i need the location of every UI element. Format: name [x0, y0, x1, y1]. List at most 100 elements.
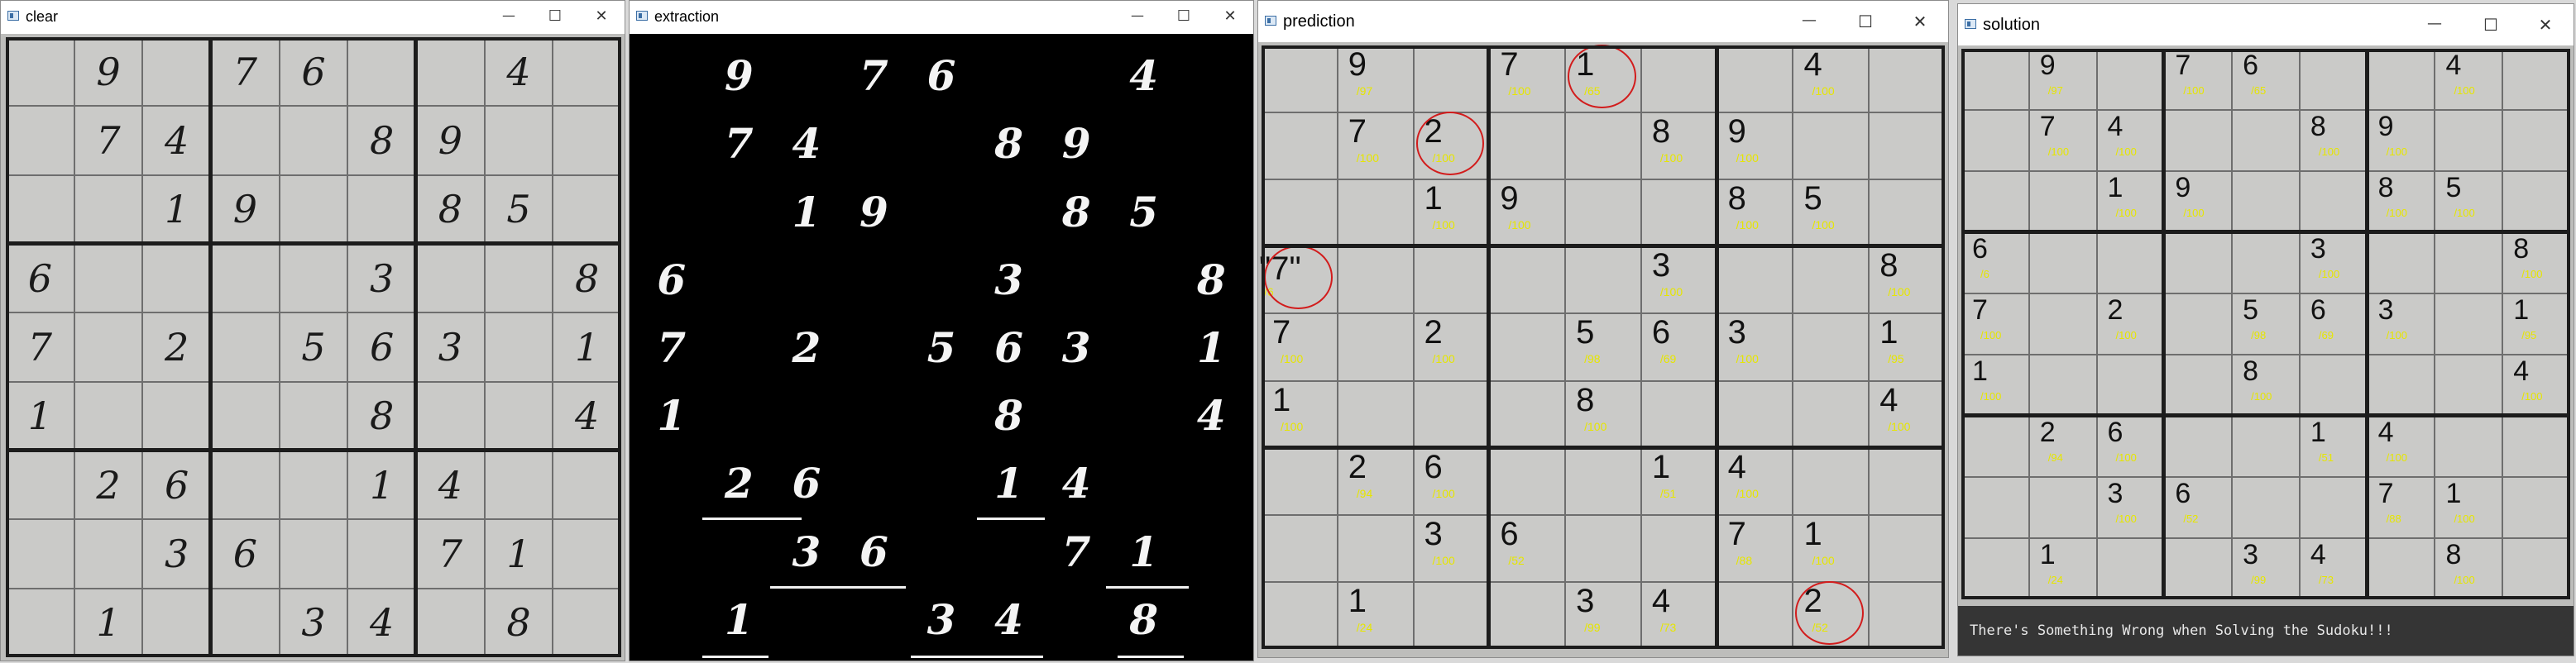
digit: 4 [1061, 459, 1091, 508]
sudoku-cell: 8/100 [1717, 179, 1793, 247]
digit: 3 [438, 324, 462, 370]
sudoku-cell [638, 586, 706, 654]
sudoku-cell [1489, 112, 1566, 180]
sudoku-cell [907, 382, 975, 450]
maximize-button[interactable]: ☐ [2468, 15, 2514, 35]
sudoku-cell: 2/100 [2096, 293, 2165, 355]
sudoku-cell: 7 [1042, 518, 1110, 586]
window-title: extraction [654, 8, 720, 25]
sudoku-cell: 8/100 [1869, 246, 1945, 314]
confidence-score: /100 [1584, 419, 1607, 433]
confidence-score: /69 [2318, 328, 2334, 341]
close-button[interactable]: ✕ [2522, 15, 2569, 35]
error-message-bar: There's Something Wrong when Solving the… [1958, 606, 2574, 656]
confidence-score: /100 [1812, 218, 1835, 232]
predicted-digit: 8 [2377, 172, 2394, 203]
predicted-digit: 2 [2107, 294, 2124, 326]
sudoku-cell [1262, 112, 1338, 180]
prediction-image: 9/97 7/100 1/65 4/100 7/100 2/100 8/100 9/100 1/… [1258, 42, 1948, 657]
sudoku-cell [1565, 447, 1641, 515]
sudoku-cell: 5 [907, 314, 975, 382]
minimize-button[interactable]: — [2411, 15, 2458, 32]
sudoku-cell [2435, 355, 2503, 416]
predicted-digit: 9 [2377, 111, 2394, 142]
close-button[interactable]: ✕ [1897, 12, 1943, 31]
confidence-score: /100 [1812, 553, 1835, 567]
sudoku-cell [2232, 477, 2300, 538]
sudoku-cell [484, 451, 553, 520]
sudoku-cell: 8 [484, 588, 553, 657]
minimize-button[interactable]: — [1786, 12, 1832, 29]
digit: 6 [301, 49, 326, 94]
digit: 4 [1196, 391, 1226, 441]
sudoku-cell: 5/98 [2232, 293, 2300, 355]
confidence-score: /99 [2251, 573, 2267, 586]
minimize-button[interactable]: — [1114, 7, 1161, 23]
sudoku-cell [706, 382, 773, 450]
predicted-digit: 2 [2039, 417, 2056, 448]
sudoku-cell: 2 [773, 314, 840, 382]
predicted-digit: 4 [1803, 46, 1822, 83]
digit: 9 [724, 51, 754, 101]
digit: 1 [1196, 322, 1226, 372]
sudoku-cell [1489, 581, 1566, 649]
maximize-button[interactable]: ☐ [1161, 7, 1207, 25]
sudoku-cell: 3/99 [2232, 538, 2300, 599]
maximize-button[interactable]: ☐ [1842, 12, 1889, 31]
digit: 1 [165, 187, 189, 232]
sudoku-cell [553, 106, 621, 175]
digit: 6 [657, 255, 687, 304]
digit: 8 [1129, 594, 1159, 644]
sudoku-cell: 6 [211, 519, 280, 589]
confidence-score: /51 [2318, 451, 2334, 464]
digit: 6 [370, 324, 395, 370]
sudoku-cell: 3/100 [1640, 246, 1717, 314]
sudoku-cell [2299, 355, 2368, 416]
minimize-button[interactable]: — [486, 7, 532, 23]
clear-window: clear — ☐ ✕ 9764748919856387256311842614… [0, 0, 625, 661]
maximize-button[interactable]: ☐ [532, 7, 578, 25]
sudoku-cell: 1/51 [2299, 416, 2368, 477]
sudoku-cell [1262, 447, 1338, 515]
sudoku-cell: 2/94 [1337, 447, 1414, 515]
sudoku-cell [1337, 179, 1414, 247]
sudoku-cell: 8/100 [2435, 538, 2503, 599]
sudoku-cell: 2/100 [1413, 313, 1490, 381]
sudoku-cell [1640, 380, 1717, 448]
box-divider [414, 37, 418, 657]
predicted-digit: 4 [2107, 111, 2124, 142]
confidence-score: /100 [1432, 486, 1455, 500]
sudoku-cell: 6 [638, 246, 706, 314]
extraction-board: 976474891985638725631184261436711348 [638, 42, 1245, 654]
confidence-score: /100 [1736, 218, 1759, 232]
predicted-digit: 4 [2513, 355, 2530, 387]
confidence-score: /99 [1584, 620, 1601, 634]
sudoku-cell: 1/95 [2502, 293, 2570, 355]
sudoku-cell: 3 [416, 312, 485, 382]
digit: 6 [926, 51, 956, 101]
sudoku-cell [484, 106, 553, 175]
digit: 9 [232, 187, 257, 232]
sudoku-cell: 5 [1110, 178, 1178, 246]
digit: 8 [994, 391, 1023, 441]
predicted-digit: 2 [1424, 113, 1443, 150]
sudoku-cell [2502, 49, 2570, 110]
sudoku-cell: 9 [211, 174, 280, 244]
digit: 1 [657, 391, 687, 441]
close-button[interactable]: ✕ [578, 7, 625, 25]
sudoku-cell [1262, 514, 1338, 582]
sudoku-cell [279, 381, 348, 451]
digit: 3 [994, 255, 1023, 304]
sudoku-cell [773, 382, 840, 450]
sudoku-cell [2367, 538, 2435, 599]
sudoku-cell: 6 [347, 312, 416, 382]
close-button[interactable]: ✕ [1207, 7, 1253, 25]
sudoku-cell: 9 [416, 106, 485, 175]
sudoku-cell [638, 450, 706, 518]
sudoku-cell: 4 [553, 381, 621, 451]
sudoku-cell [1489, 246, 1566, 314]
sudoku-cell: 4/100 [1793, 45, 1870, 113]
sudoku-cell: 4/100 [2435, 49, 2503, 110]
digit: 9 [438, 117, 462, 163]
sudoku-cell: 4 [416, 451, 485, 520]
